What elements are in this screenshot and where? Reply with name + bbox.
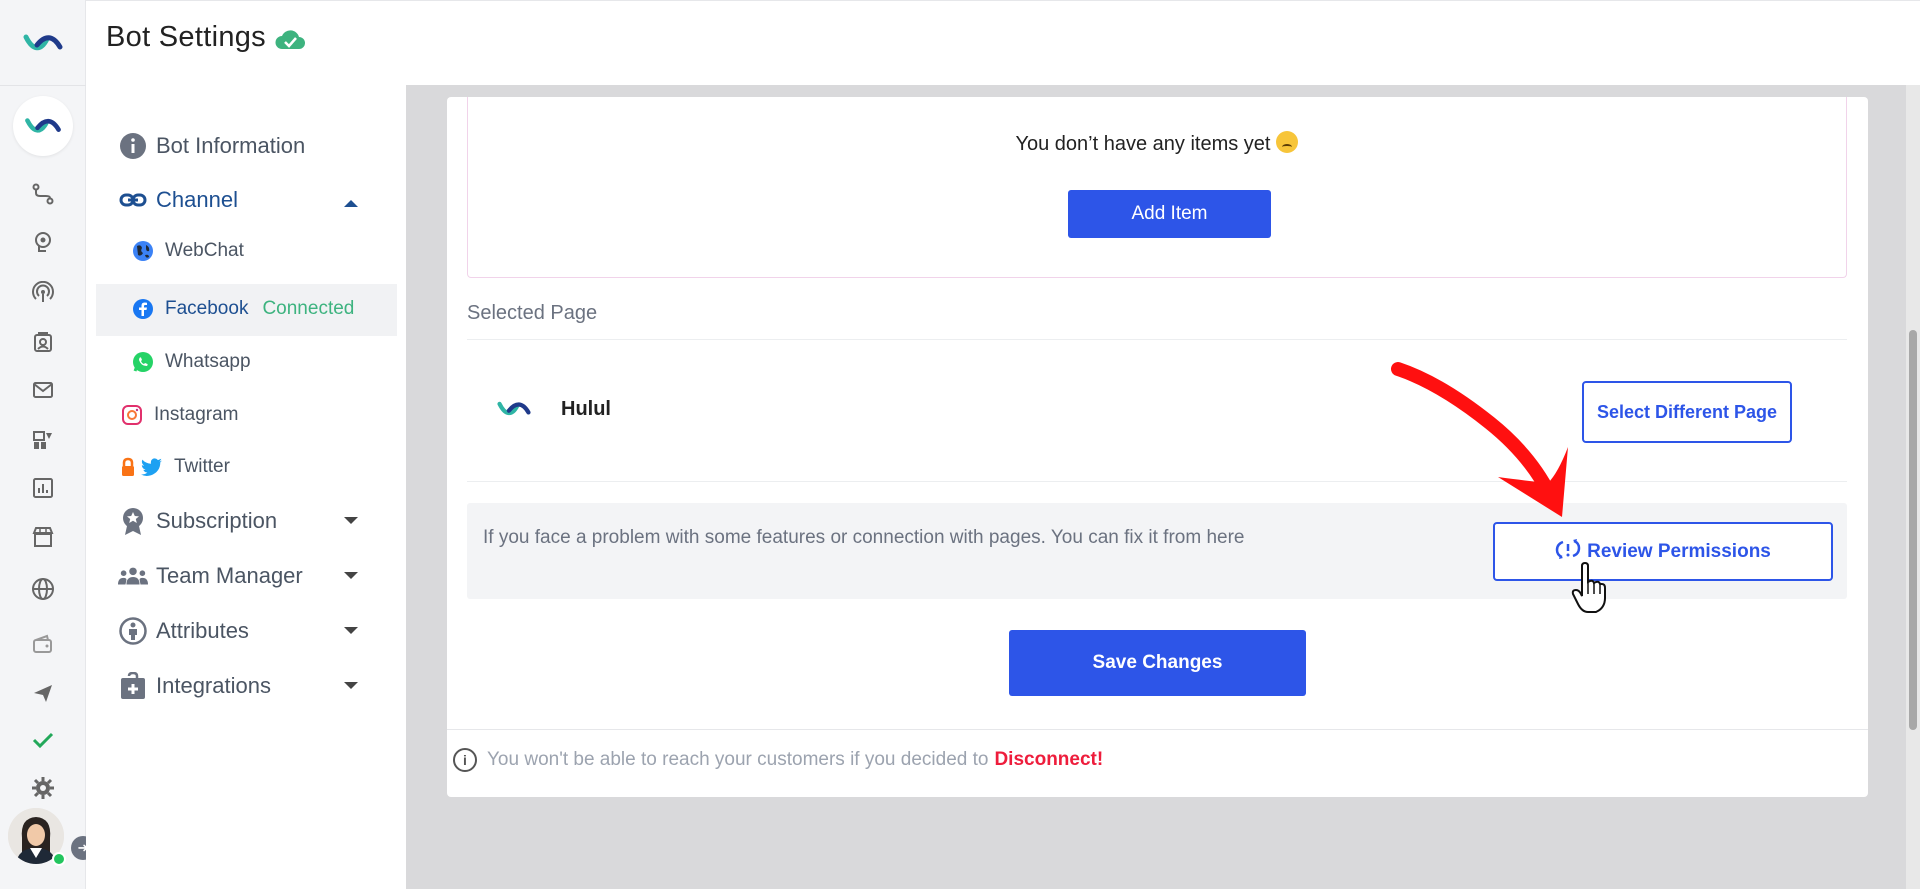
channel-label: WebChat [165,240,244,261]
permissions-notice: If you face a problem with some features… [467,503,1847,599]
channel-settings-card: You don’t have any items yet Add Item Se… [447,97,1868,797]
scrollbar-thumb[interactable] [1909,330,1917,730]
select-different-page-button[interactable]: Select Different Page [1582,381,1792,443]
send-icon[interactable] [25,675,61,711]
sad-face-icon [1276,131,1299,153]
brain-icon[interactable] [25,224,61,260]
hulul-logo-icon [23,34,63,50]
chevron-up-icon[interactable] [344,200,358,207]
red-arrow-annotation-icon [1380,355,1580,530]
mail-icon[interactable] [25,372,61,408]
empty-items-message: You don’t have any items yet [468,131,1846,156]
channel-item-instagram[interactable]: Instagram [120,403,238,427]
sidebar-item-label: Team Manager [156,563,303,588]
channel-label: Twitter [174,456,230,477]
hulul-logo-icon [497,401,531,416]
instagram-icon [120,403,144,427]
items-panel: You don’t have any items yet Add Item [467,97,1847,278]
chevron-down-icon[interactable] [344,517,358,524]
online-status-indicator [52,852,66,866]
broadcast-icon[interactable] [25,274,61,310]
sidebar-item-label: Channel [156,187,238,212]
app-logo[interactable] [0,0,86,86]
team-icon [118,561,148,591]
page-header: Bot Settings [86,0,1920,85]
sidebar-item-label: Integrations [156,673,271,698]
person-circle-icon [118,616,148,646]
wallet-icon[interactable] [25,626,61,662]
page-name: Hulul [561,398,611,420]
twitter-icon [140,455,164,479]
review-permissions-button[interactable]: Review Permissions [1493,522,1833,581]
divider [467,481,1847,482]
sidebar-item-channel[interactable]: Channel [118,185,238,215]
whatsapp-icon [131,350,155,374]
hulul-logo-icon [25,118,61,133]
chevron-down-icon[interactable] [344,682,358,689]
save-changes-button[interactable]: Save Changes [1009,630,1306,696]
bot-avatar[interactable] [13,96,73,156]
main-scrollbar[interactable] [1906,85,1920,889]
globe-icon[interactable] [25,571,61,607]
lock-icon [120,455,136,479]
page-title: Bot Settings [106,21,266,53]
sidebar-item-subscription[interactable]: Subscription [118,506,277,536]
badge-icon [118,506,148,536]
sidebar-item-label: Subscription [156,508,278,533]
check-icon[interactable] [25,722,61,758]
channel-label: Facebook [165,298,249,319]
sidebar-item-team-manager[interactable]: Team Manager [118,561,303,591]
chevron-down-icon[interactable] [344,627,358,634]
settings-sidebar: Bot Information Channel WebChat Facebook… [86,85,406,889]
notice-text: If you face a problem with some features… [483,527,1245,548]
widgets-icon[interactable] [25,422,61,458]
disconnect-link[interactable]: Disconnect! [994,749,1103,771]
empty-items-text: You don’t have any items yet [1015,133,1271,155]
sidebar-item-attributes[interactable]: Attributes [118,616,249,646]
chevron-down-icon[interactable] [344,572,358,579]
divider [467,339,1847,340]
facebook-icon [131,297,155,321]
info-circle-icon [118,131,148,161]
selected-page-label: Selected Page [467,302,598,324]
store-icon[interactable] [25,519,61,555]
info-icon: i [453,748,477,772]
add-item-button[interactable]: Add Item [1068,190,1271,238]
settings-icon[interactable] [25,770,61,806]
connected-status-badge: Connected [262,298,355,319]
contacts-icon[interactable] [25,324,61,360]
main-content: You don’t have any items yet Add Item Se… [406,85,1920,889]
channel-item-webchat[interactable]: WebChat [131,239,244,263]
link-icon [118,185,148,215]
channel-item-whatsapp[interactable]: Whatsapp [131,350,251,374]
channel-label: Whatsapp [165,351,251,372]
disconnect-warning: i You won't be able to reach your custom… [453,748,1103,772]
review-permissions-label: Review Permissions [1587,540,1771,562]
channel-label: Instagram [154,404,239,425]
sidebar-item-integrations[interactable]: Integrations [118,671,271,701]
sidebar-item-label: Bot Information [156,133,306,158]
sidebar-item-label: Attributes [156,618,249,643]
analytics-icon[interactable] [25,470,61,506]
disconnect-warning-text: You won't be able to reach your customer… [487,749,989,770]
icon-rail: ➜ [0,0,95,889]
channel-item-facebook[interactable]: Facebook Connected [131,297,354,321]
globe-emoji-icon [131,239,155,263]
channel-item-twitter[interactable]: Twitter [120,455,230,479]
flow-icon[interactable] [25,176,61,212]
page-logo [497,398,531,425]
divider [447,729,1868,730]
integrations-icon [118,671,148,701]
cloud-saved-icon [274,27,306,56]
sidebar-item-bot-information[interactable]: Bot Information [118,131,305,161]
hand-cursor-icon [1570,561,1610,619]
